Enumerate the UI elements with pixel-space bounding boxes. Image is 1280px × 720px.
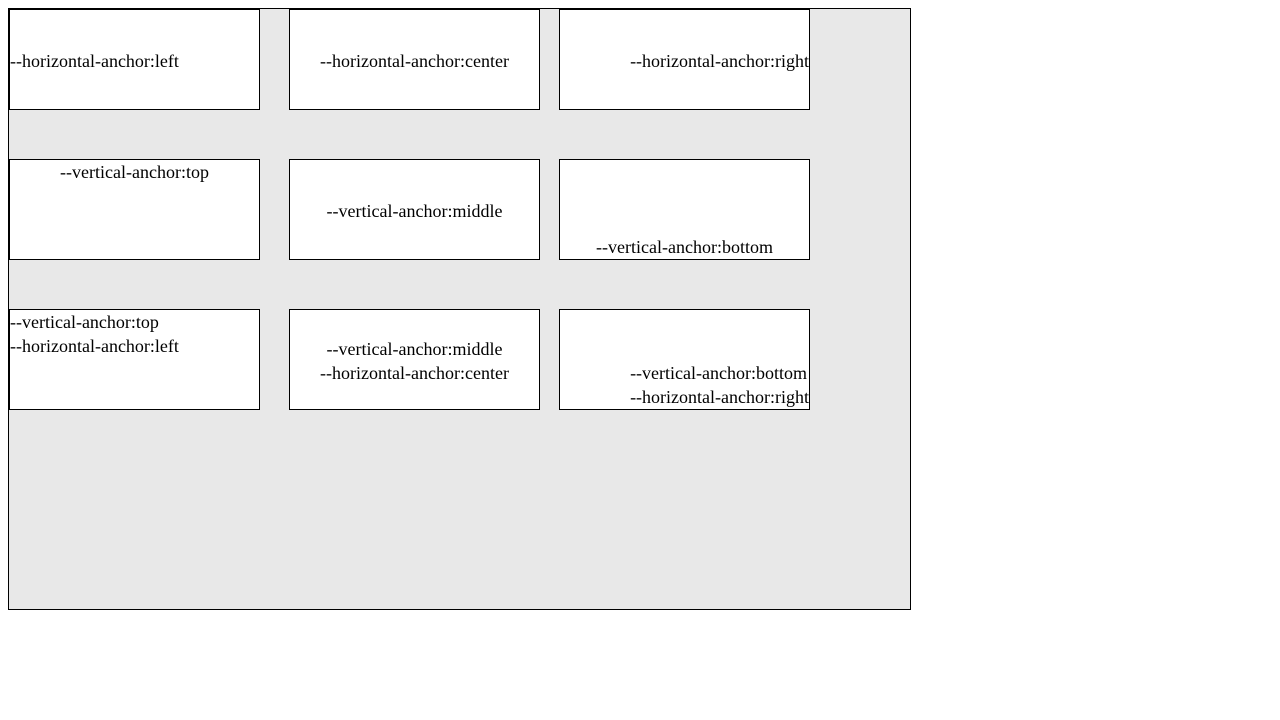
- box-text: --horizontal-anchor:center: [320, 50, 509, 71]
- box-horizontal-center: --horizontal-anchor:center: [289, 9, 540, 110]
- box-vertical-middle: --vertical-anchor:middle: [289, 159, 540, 260]
- box-top-left: --vertical-anchor:top --horizontal-ancho…: [9, 309, 260, 410]
- box-bottom-right: --vertical-anchor:bottom --horizontal-an…: [559, 309, 810, 410]
- box-text: --vertical-anchor:top: [10, 312, 159, 332]
- box-text: --horizontal-anchor:right: [630, 387, 809, 407]
- box-text: --vertical-anchor:bottom: [596, 237, 773, 257]
- box-middle-center: --vertical-anchor:middle --horizontal-an…: [289, 309, 540, 410]
- box-vertical-top: --vertical-anchor:top: [9, 159, 260, 260]
- box-text: --horizontal-anchor:left: [10, 50, 179, 71]
- box-text: --horizontal-anchor:right: [630, 50, 809, 71]
- box-text: --vertical-anchor:bottom: [630, 363, 807, 383]
- box-text: --vertical-anchor:top: [60, 162, 209, 182]
- box-text: --horizontal-anchor:left: [10, 336, 179, 356]
- box-horizontal-left: --horizontal-anchor:left: [9, 9, 260, 110]
- box-vertical-bottom: --vertical-anchor:bottom: [559, 159, 810, 260]
- box-text: --vertical-anchor:middle: [326, 200, 503, 221]
- box-text: --horizontal-anchor:center: [320, 362, 509, 383]
- anchor-demo-canvas: --horizontal-anchor:left --horizontal-an…: [8, 8, 911, 610]
- box-horizontal-right: --horizontal-anchor:right: [559, 9, 810, 110]
- box-text: --vertical-anchor:middle: [326, 338, 503, 359]
